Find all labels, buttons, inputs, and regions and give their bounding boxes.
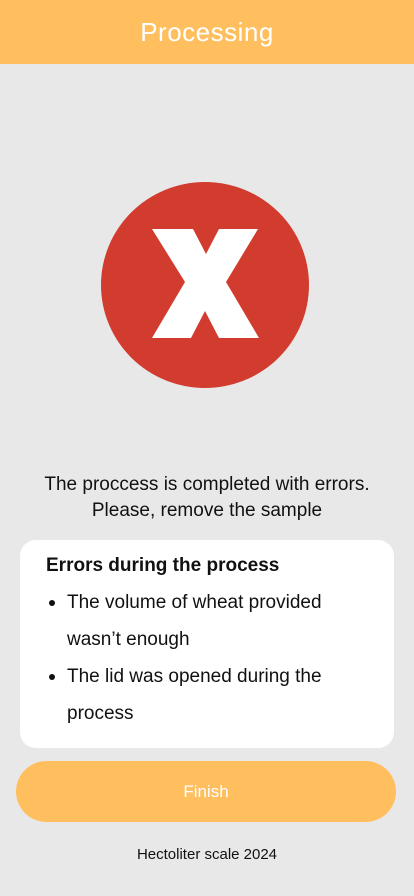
finish-button[interactable]: Finish — [16, 761, 396, 822]
status-line-1: The proccess is completed with errors. — [44, 474, 370, 495]
error-item: The lid was opened during the process — [46, 658, 368, 732]
error-item: The volume of wheat provided wasn’t enou… — [46, 584, 368, 658]
errors-list: The volume of wheat provided wasn’t enou… — [46, 584, 368, 732]
footer-text: Hectoliter scale 2024 — [136, 846, 278, 863]
errors-card-title: Errors during the process — [46, 555, 280, 576]
status-message: The proccess is completed with errors. P… — [0, 472, 414, 524]
error-x-icon — [101, 182, 309, 388]
status-line-2: Please, remove the sample — [91, 500, 323, 521]
app-header: Processing — [0, 0, 414, 64]
page-title: Processing — [140, 16, 274, 47]
errors-card: Errors during the process The volume of … — [20, 540, 394, 748]
